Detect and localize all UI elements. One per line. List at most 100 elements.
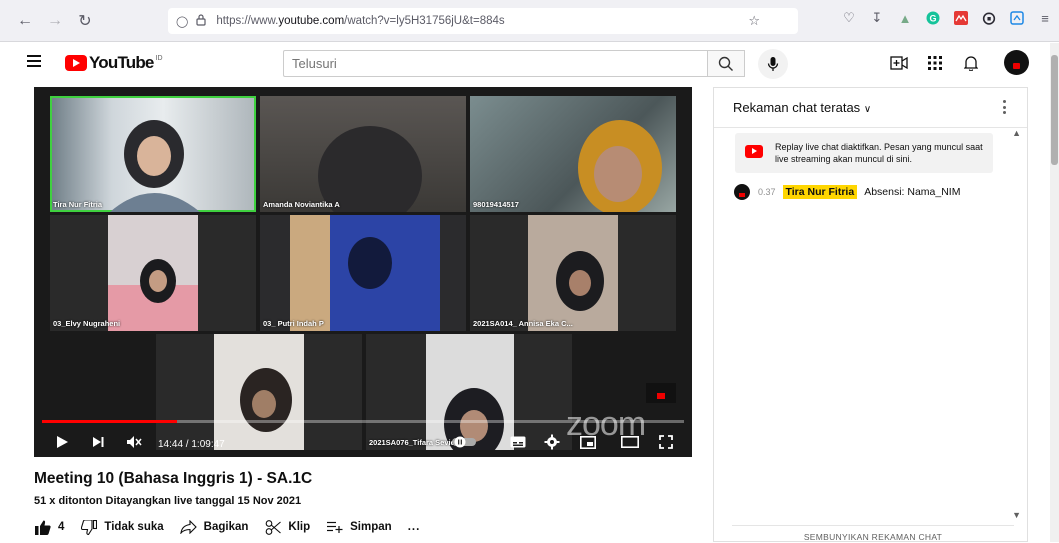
share-label: Bagikan: [203, 521, 249, 533]
participant-video: [318, 126, 422, 212]
chevron-down-icon: ∨: [863, 104, 872, 115]
more-actions-label: ...: [407, 521, 421, 533]
screenshot-extension-icon[interactable]: [1009, 10, 1025, 26]
chat-message-text: Absensi: Nama_NIM: [864, 186, 961, 198]
pocket-icon[interactable]: ♡: [841, 10, 857, 26]
account-avatar[interactable]: [1004, 50, 1029, 75]
save-button[interactable]: Simpan: [326, 519, 392, 535]
video-progress-bar[interactable]: [42, 420, 684, 423]
microphone-icon: [767, 57, 779, 71]
chat-scroll-up-icon[interactable]: ▲: [1012, 128, 1021, 138]
search-icon: [718, 56, 733, 71]
page-scrollbar-thumb[interactable]: [1051, 55, 1058, 165]
guide-menu-icon[interactable]: [27, 55, 41, 67]
like-count: 4: [58, 521, 65, 533]
mute-speaker-icon[interactable]: [124, 433, 144, 451]
play-icon[interactable]: [52, 433, 72, 451]
video-title: Meeting 10 (Bahasa Inggris 1) - SA.1C: [34, 470, 313, 487]
chat-scroll-down-icon[interactable]: ▼: [1012, 510, 1021, 520]
voice-search-button[interactable]: [758, 49, 788, 79]
live-chat-panel: Rekaman chat teratas ∨ ▲ Replay live cha…: [713, 87, 1028, 542]
scissors-icon: [264, 519, 282, 535]
extensions-puzzle-icon[interactable]: ⨀: [981, 10, 997, 26]
video-player[interactable]: Tira Nur Fitria Amanda Noviantika A 9801…: [34, 87, 692, 457]
participant-name: 03_Elvy Nugraheni: [53, 319, 121, 328]
bookmark-star-icon[interactable]: ☆: [748, 13, 760, 29]
browser-toolbar: ← → ↻ ◯ https://www.youtube.com/watch?v=…: [0, 0, 1059, 42]
apps-grid-icon[interactable]: [925, 54, 945, 72]
search-button[interactable]: [707, 50, 745, 77]
thumbs-down-icon: [80, 519, 98, 535]
settings-gear-icon[interactable]: [542, 433, 562, 451]
participant-tile: 03_Elvy Nugraheni: [50, 215, 256, 331]
participant-video: [290, 215, 440, 331]
video-meta: 51 x ditonton Ditayangkan live tanggal 1…: [34, 495, 302, 507]
fullscreen-icon[interactable]: [656, 433, 676, 451]
download-icon[interactable]: ↧: [869, 10, 885, 26]
youtube-country-code: ID: [155, 54, 163, 62]
next-video-icon[interactable]: [88, 433, 108, 451]
miniplayer-icon[interactable]: [578, 433, 598, 451]
chat-notice-text: Replay live chat diaktifkan. Pesan yang …: [775, 142, 983, 164]
subtitles-icon[interactable]: [508, 433, 528, 451]
video-actions: 4 Tidak suka Bagikan Klip Simpan ...: [34, 519, 436, 535]
participant-video: [528, 215, 618, 331]
participant-tile: Tira Nur Fitria: [50, 96, 256, 212]
participant-name: 03_ Putri Indah P: [263, 319, 324, 328]
participant-tile: 03_ Putri Indah P: [260, 215, 466, 331]
grammarly-icon[interactable]: G: [925, 10, 941, 26]
chat-mode-label: Rekaman chat teratas: [733, 100, 861, 115]
more-actions-button[interactable]: ...: [408, 521, 421, 533]
chat-header: Rekaman chat teratas ∨: [714, 88, 1027, 128]
library-icon[interactable]: ▲: [897, 10, 913, 26]
notifications-bell-icon[interactable]: [961, 54, 981, 72]
chat-timestamp: 0.37: [758, 187, 776, 197]
participant-video: [108, 215, 198, 331]
url-text: https://www.youtube.com/watch?v=ly5H3175…: [216, 15, 505, 27]
player-controls: 14:44 / 1:09:47: [34, 425, 692, 457]
time-display: 14:44 / 1:09:47: [158, 439, 225, 450]
back-arrow-icon[interactable]: ←: [14, 10, 36, 32]
youtube-play-logo-icon: [65, 55, 87, 71]
extension-red-icon[interactable]: [953, 10, 969, 26]
participant-name: Amanda Noviantika A: [263, 200, 340, 209]
hide-chat-replay-button[interactable]: SEMBUNYIKAN REKAMAN CHAT: [732, 525, 1014, 543]
page-scrollbar[interactable]: [1050, 43, 1059, 542]
save-label: Simpan: [350, 521, 392, 533]
autoplay-toggle[interactable]: [452, 433, 478, 451]
forward-arrow-icon[interactable]: →: [44, 10, 66, 32]
chat-more-options-icon[interactable]: [1003, 100, 1007, 114]
channel-watermark-logo: [646, 383, 676, 403]
shield-icon: ◯: [176, 15, 189, 28]
share-button[interactable]: Bagikan: [180, 519, 249, 535]
chat-mode-dropdown[interactable]: Rekaman chat teratas ∨: [733, 100, 871, 115]
playlist-add-icon: [326, 519, 344, 535]
dislike-button[interactable]: Tidak suka: [80, 519, 164, 535]
participant-video: [110, 120, 200, 212]
create-video-icon[interactable]: [889, 54, 909, 72]
participant-tile: 98019414517: [470, 96, 676, 212]
chat-message: 0.37 Tira Nur Fitria Absensi: Nama_NIM: [734, 184, 960, 200]
youtube-logo-text: YouTube: [89, 53, 154, 72]
reload-icon[interactable]: ↻: [74, 10, 96, 32]
address-bar[interactable]: ◯ https://www.youtube.com/watch?v=ly5H31…: [168, 8, 798, 34]
like-button[interactable]: 4: [34, 519, 64, 535]
participant-name: 2021SA014_ Annisa Eka C...: [473, 319, 573, 328]
search-bar: [283, 50, 707, 77]
participant-name: Tira Nur Fitria: [53, 200, 103, 209]
svg-text:G: G: [930, 14, 937, 24]
youtube-icon: [745, 145, 763, 158]
clip-label: Klip: [288, 521, 311, 533]
youtube-logo[interactable]: YouTube ID: [65, 53, 163, 73]
chat-author-avatar[interactable]: [734, 184, 750, 200]
thumbs-up-icon: [34, 519, 52, 535]
search-input[interactable]: [292, 56, 707, 71]
clip-button[interactable]: Klip: [264, 519, 310, 535]
dislike-label: Tidak suka: [104, 521, 164, 533]
chat-author-name[interactable]: Tira Nur Fitria: [782, 185, 858, 199]
progress-played: [42, 420, 178, 423]
share-arrow-icon: [180, 519, 198, 535]
menu-hamburger-icon[interactable]: ≡: [1037, 10, 1053, 26]
theater-mode-icon[interactable]: [620, 433, 640, 451]
participant-tile: 2021SA014_ Annisa Eka C...: [470, 215, 676, 331]
